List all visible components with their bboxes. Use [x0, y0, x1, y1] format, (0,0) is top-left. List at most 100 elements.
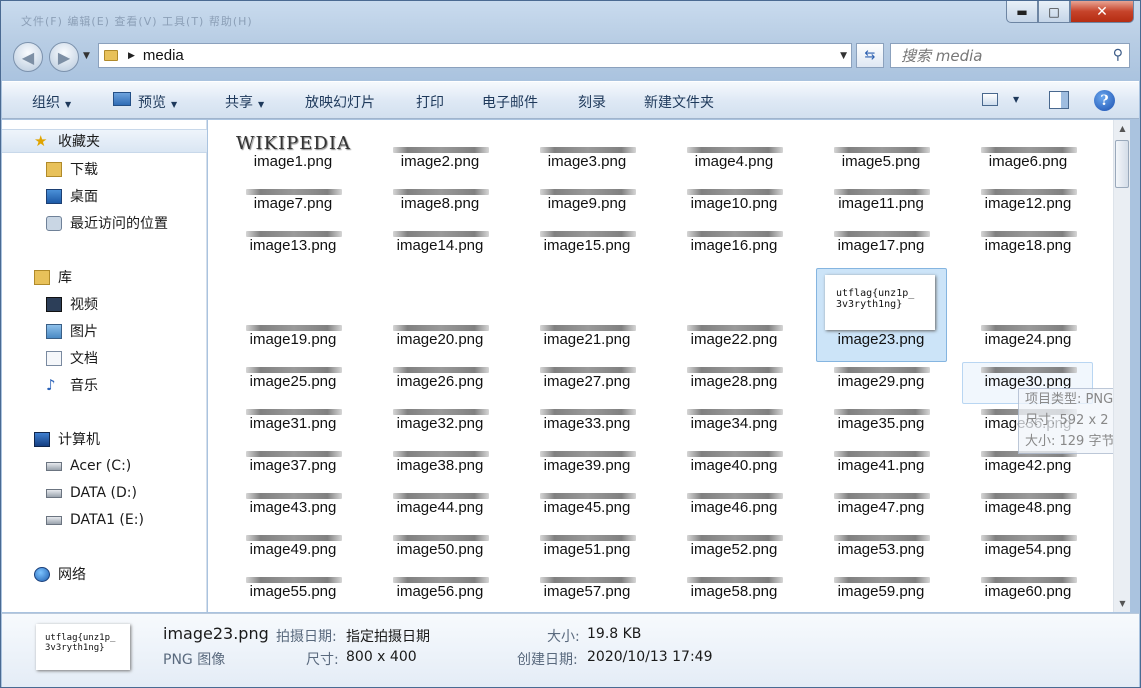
- file-item[interactable]: image8.png: [375, 178, 505, 220]
- maximize-button[interactable]: □: [1038, 1, 1070, 23]
- file-item[interactable]: image49.png: [228, 524, 358, 566]
- nav-libraries[interactable]: 库: [2, 265, 207, 289]
- file-item[interactable]: image12.png: [963, 178, 1093, 220]
- slideshow-button[interactable]: 放映幻灯片: [305, 92, 375, 112]
- nav-favorites[interactable]: ★ 收藏夹: [2, 129, 207, 153]
- file-item[interactable]: image53.png: [816, 524, 946, 566]
- file-item[interactable]: image33.png: [522, 398, 652, 440]
- file-item[interactable]: image18.png: [963, 220, 1093, 262]
- file-item[interactable]: image19.png: [228, 314, 358, 356]
- file-item[interactable]: image59.png: [816, 566, 946, 608]
- file-item[interactable]: image35.png: [816, 398, 946, 440]
- address-dropdown-icon[interactable]: ▼: [840, 51, 847, 61]
- print-button[interactable]: 打印: [416, 92, 444, 112]
- nav-pictures[interactable]: 图片: [2, 319, 207, 343]
- email-button[interactable]: 电子邮件: [482, 92, 538, 112]
- file-item[interactable]: image5.png: [816, 136, 946, 178]
- file-item[interactable]: image55.png: [228, 566, 358, 608]
- file-item[interactable]: image13.png: [228, 220, 358, 262]
- nav-drive-c[interactable]: Acer (C:): [2, 454, 207, 478]
- nav-videos[interactable]: 视频: [2, 292, 207, 316]
- file-item[interactable]: image28.png: [669, 356, 799, 398]
- nav-computer[interactable]: 计算机: [2, 427, 207, 451]
- file-item[interactable]: image1.png: [228, 136, 358, 178]
- file-item[interactable]: image11.png: [816, 178, 946, 220]
- new-folder-button[interactable]: 新建文件夹: [644, 92, 714, 112]
- file-item[interactable]: image6.png: [963, 136, 1093, 178]
- nav-recent[interactable]: 最近访问的位置: [2, 211, 207, 235]
- file-item[interactable]: image46.png: [669, 482, 799, 524]
- file-item[interactable]: image21.png: [522, 314, 652, 356]
- nav-drive-d[interactable]: DATA (D:): [2, 481, 207, 505]
- share-button[interactable]: 共享 ▼: [225, 92, 264, 112]
- file-item[interactable]: image45.png: [522, 482, 652, 524]
- nav-desktop[interactable]: 桌面: [2, 184, 207, 208]
- file-item[interactable]: image51.png: [522, 524, 652, 566]
- file-item[interactable]: image17.png: [816, 220, 946, 262]
- file-item[interactable]: image2.png: [375, 136, 505, 178]
- file-item[interactable]: image23.png: [816, 314, 946, 356]
- file-item[interactable]: image7.png: [228, 178, 358, 220]
- file-item[interactable]: image25.png: [228, 356, 358, 398]
- file-item[interactable]: image50.png: [375, 524, 505, 566]
- close-button[interactable]: ✕: [1070, 1, 1134, 23]
- nav-drive-e[interactable]: DATA1 (E:): [2, 508, 207, 532]
- search-icon[interactable]: ⚲: [1113, 47, 1123, 63]
- vertical-scrollbar[interactable]: ▲ ▼: [1113, 120, 1130, 612]
- minimize-button[interactable]: ▬: [1006, 1, 1038, 23]
- forward-button[interactable]: ▶: [49, 42, 79, 72]
- file-item[interactable]: image40.png: [669, 440, 799, 482]
- file-item[interactable]: image20.png: [375, 314, 505, 356]
- file-item[interactable]: image34.png: [669, 398, 799, 440]
- file-item[interactable]: image54.png: [963, 524, 1093, 566]
- file-item[interactable]: image48.png: [963, 482, 1093, 524]
- scroll-thumb[interactable]: [1115, 140, 1129, 188]
- back-button[interactable]: ◀: [13, 42, 43, 72]
- file-item[interactable]: image47.png: [816, 482, 946, 524]
- file-item[interactable]: image58.png: [669, 566, 799, 608]
- file-list[interactable]: utflag{unz1p_ 3v3ryth1ng} WIKIPEDIA image…: [208, 120, 1113, 612]
- file-item[interactable]: image14.png: [375, 220, 505, 262]
- address-bar[interactable]: ▶ media ▼: [98, 43, 852, 68]
- file-item[interactable]: image37.png: [228, 440, 358, 482]
- help-icon[interactable]: ?: [1094, 90, 1115, 111]
- file-item[interactable]: image24.png: [963, 314, 1093, 356]
- file-item[interactable]: image38.png: [375, 440, 505, 482]
- file-item[interactable]: image9.png: [522, 178, 652, 220]
- file-item[interactable]: image4.png: [669, 136, 799, 178]
- details-date-taken-value[interactable]: 指定拍摄日期: [346, 626, 430, 646]
- nav-documents[interactable]: 文档: [2, 346, 207, 370]
- file-item[interactable]: image15.png: [522, 220, 652, 262]
- file-item[interactable]: image27.png: [522, 356, 652, 398]
- nav-network[interactable]: 网络: [2, 562, 207, 586]
- file-item[interactable]: image41.png: [816, 440, 946, 482]
- file-item[interactable]: image60.png: [963, 566, 1093, 608]
- file-item[interactable]: image29.png: [816, 356, 946, 398]
- organize-button[interactable]: 组织 ▼: [32, 92, 71, 112]
- breadcrumb-media[interactable]: media: [143, 47, 184, 64]
- scroll-up-icon[interactable]: ▲: [1114, 120, 1131, 137]
- file-item[interactable]: image16.png: [669, 220, 799, 262]
- breadcrumb-chevron-icon[interactable]: ▶: [128, 51, 135, 61]
- file-item[interactable]: image3.png: [522, 136, 652, 178]
- file-item[interactable]: image22.png: [669, 314, 799, 356]
- refresh-button[interactable]: ⇆: [856, 43, 884, 68]
- file-item[interactable]: image31.png: [228, 398, 358, 440]
- views-icon[interactable]: [982, 93, 998, 106]
- recent-pages-dropdown[interactable]: ▼: [83, 51, 90, 61]
- file-item[interactable]: image52.png: [669, 524, 799, 566]
- file-item[interactable]: image26.png: [375, 356, 505, 398]
- views-dropdown-icon[interactable]: ▼: [1013, 95, 1019, 104]
- file-item[interactable]: image44.png: [375, 482, 505, 524]
- burn-button[interactable]: 刻录: [578, 92, 606, 112]
- file-item[interactable]: image10.png: [669, 178, 799, 220]
- preview-pane-icon[interactable]: [1049, 91, 1069, 109]
- file-item[interactable]: image39.png: [522, 440, 652, 482]
- preview-button[interactable]: 预览 ▼: [138, 92, 177, 112]
- file-item[interactable]: image43.png: [228, 482, 358, 524]
- search-input[interactable]: 搜索 media ⚲: [890, 43, 1130, 68]
- nav-downloads[interactable]: 下载: [2, 157, 207, 181]
- file-item[interactable]: image56.png: [375, 566, 505, 608]
- file-item[interactable]: image57.png: [522, 566, 652, 608]
- file-item[interactable]: image32.png: [375, 398, 505, 440]
